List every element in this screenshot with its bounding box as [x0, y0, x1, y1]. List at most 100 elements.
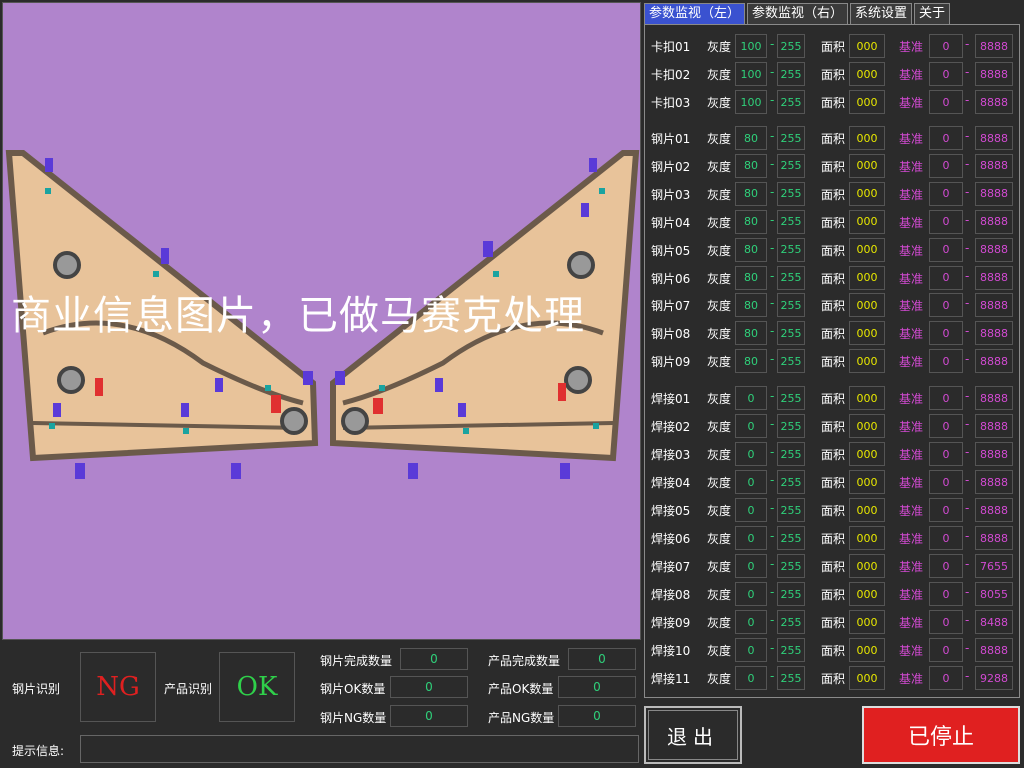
ref-min-input[interactable]: 0 — [929, 582, 963, 606]
gray-max-input[interactable]: 255 — [777, 265, 805, 290]
gray-min-input[interactable]: 0 — [735, 498, 767, 522]
gray-min-input[interactable]: 0 — [735, 386, 767, 410]
ref-min-input[interactable]: 0 — [929, 442, 963, 466]
gray-min-input[interactable]: 0 — [735, 666, 767, 690]
ref-max-input[interactable]: 8888 — [975, 321, 1013, 346]
tab-monitor-left[interactable]: 参数监视（左） — [644, 3, 746, 24]
ref-min-input[interactable]: 0 — [929, 153, 963, 178]
ref-max-input[interactable]: 8055 — [975, 582, 1013, 606]
gray-max-input[interactable]: 255 — [777, 237, 805, 262]
ref-min-input[interactable]: 0 — [929, 610, 963, 634]
gray-min-input[interactable]: 0 — [735, 526, 767, 550]
gray-min-input[interactable]: 80 — [735, 321, 767, 346]
gray-max-input[interactable]: 255 — [777, 321, 805, 346]
ref-max-input[interactable]: 8888 — [975, 209, 1013, 234]
gray-min-input[interactable]: 0 — [735, 470, 767, 494]
ref-max-input[interactable]: 8888 — [975, 414, 1013, 438]
ref-max-input[interactable]: 8888 — [975, 62, 1013, 86]
ref-min-input[interactable]: 0 — [929, 293, 963, 318]
ref-min-input[interactable]: 0 — [929, 321, 963, 346]
gray-min-input[interactable]: 80 — [735, 209, 767, 234]
gray-max-input[interactable]: 255 — [777, 554, 805, 578]
ref-max-input[interactable]: 8888 — [975, 386, 1013, 410]
gray-min-input[interactable]: 0 — [735, 638, 767, 662]
gray-max-input[interactable]: 255 — [777, 209, 805, 234]
gray-min-input[interactable]: 0 — [735, 414, 767, 438]
gray-max-input[interactable]: 255 — [777, 638, 805, 662]
ref-max-input[interactable]: 8488 — [975, 610, 1013, 634]
gray-max-input[interactable]: 255 — [777, 666, 805, 690]
gray-max-input[interactable]: 255 — [777, 470, 805, 494]
exit-button[interactable]: 退出 — [644, 706, 742, 764]
gray-max-input[interactable]: 255 — [777, 442, 805, 466]
gray-max-input[interactable]: 255 — [777, 582, 805, 606]
gray-max-input[interactable]: 255 — [777, 293, 805, 318]
ref-max-input[interactable]: 8888 — [975, 526, 1013, 550]
gray-min-input[interactable]: 0 — [735, 554, 767, 578]
gray-max-input[interactable]: 255 — [777, 498, 805, 522]
ref-max-input[interactable]: 8888 — [975, 442, 1013, 466]
ref-min-input[interactable]: 0 — [929, 209, 963, 234]
range-dash: - — [965, 296, 970, 311]
gray-max-input[interactable]: 255 — [777, 126, 805, 150]
gray-max-input[interactable]: 255 — [777, 414, 805, 438]
ref-max-input[interactable]: 8888 — [975, 153, 1013, 178]
ref-max-input[interactable]: 7655 — [975, 554, 1013, 578]
ref-min-input[interactable]: 0 — [929, 554, 963, 578]
gray-min-input[interactable]: 80 — [735, 181, 767, 206]
gray-min-input[interactable]: 80 — [735, 349, 767, 374]
gray-max-input[interactable]: 255 — [777, 349, 805, 374]
ref-max-input[interactable]: 8888 — [975, 34, 1013, 58]
gray-min-input[interactable]: 80 — [735, 237, 767, 262]
gray-min-input[interactable]: 80 — [735, 265, 767, 290]
gray-min-input[interactable]: 80 — [735, 126, 767, 150]
ref-min-input[interactable]: 0 — [929, 638, 963, 662]
gray-min-input[interactable]: 100 — [735, 62, 767, 86]
status-stopped-button[interactable]: 已停止 — [862, 706, 1020, 764]
ref-min-input[interactable]: 0 — [929, 526, 963, 550]
ref-min-input[interactable]: 0 — [929, 34, 963, 58]
ref-min-input[interactable]: 0 — [929, 386, 963, 410]
ref-max-input[interactable]: 8888 — [975, 126, 1013, 150]
ref-max-input[interactable]: 8888 — [975, 498, 1013, 522]
gray-max-input[interactable]: 255 — [777, 153, 805, 178]
ref-max-input[interactable]: 9288 — [975, 666, 1013, 690]
ref-min-input[interactable]: 0 — [929, 237, 963, 262]
ref-max-input[interactable]: 8888 — [975, 470, 1013, 494]
ref-min-input[interactable]: 0 — [929, 498, 963, 522]
tab-about[interactable]: 关于 — [914, 3, 951, 24]
ref-min-input[interactable]: 0 — [929, 414, 963, 438]
ref-min-input[interactable]: 0 — [929, 126, 963, 150]
gray-max-input[interactable]: 255 — [777, 181, 805, 206]
gray-min-input[interactable]: 100 — [735, 90, 767, 114]
gray-max-input[interactable]: 255 — [777, 610, 805, 634]
gray-max-input[interactable]: 255 — [777, 62, 805, 86]
ref-max-input[interactable]: 8888 — [975, 90, 1013, 114]
ref-max-input[interactable]: 8888 — [975, 638, 1013, 662]
ref-max-input[interactable]: 8888 — [975, 237, 1013, 262]
gray-min-input[interactable]: 0 — [735, 610, 767, 634]
gray-max-input[interactable]: 255 — [777, 386, 805, 410]
ref-max-input[interactable]: 8888 — [975, 181, 1013, 206]
ref-min-input[interactable]: 0 — [929, 90, 963, 114]
gray-min-input[interactable]: 0 — [735, 442, 767, 466]
ref-min-input[interactable]: 0 — [929, 666, 963, 690]
gray-min-input[interactable]: 100 — [735, 34, 767, 58]
ref-max-input[interactable]: 8888 — [975, 293, 1013, 318]
tab-system-settings[interactable]: 系统设置 — [850, 3, 913, 24]
ref-min-input[interactable]: 0 — [929, 349, 963, 374]
ref-min-input[interactable]: 0 — [929, 181, 963, 206]
gray-max-input[interactable]: 255 — [777, 34, 805, 58]
ref-min-input[interactable]: 0 — [929, 62, 963, 86]
gray-min-input[interactable]: 0 — [735, 582, 767, 606]
gray-max-input[interactable]: 255 — [777, 526, 805, 550]
ref-max-input[interactable]: 8888 — [975, 265, 1013, 290]
gray-max-input[interactable]: 255 — [777, 90, 805, 114]
ref-max-input[interactable]: 8888 — [975, 349, 1013, 374]
tab-monitor-right[interactable]: 参数监视（右） — [747, 3, 849, 24]
gray-min-input[interactable]: 80 — [735, 153, 767, 178]
range-dash: - — [965, 240, 970, 255]
ref-min-input[interactable]: 0 — [929, 265, 963, 290]
ref-min-input[interactable]: 0 — [929, 470, 963, 494]
gray-min-input[interactable]: 80 — [735, 293, 767, 318]
